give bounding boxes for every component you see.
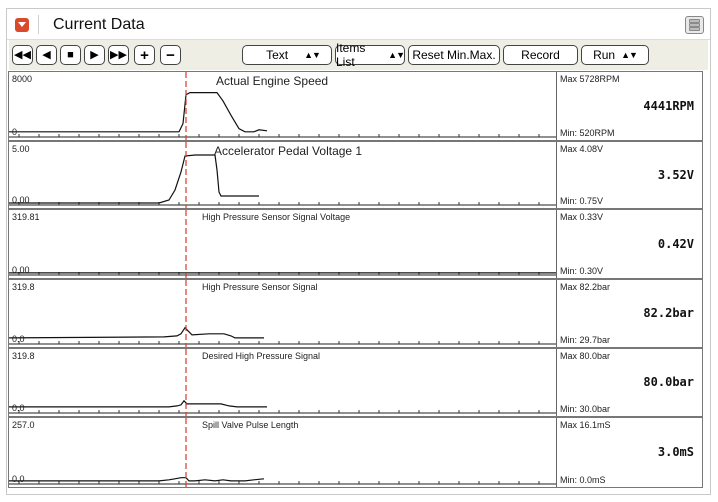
max-value-label: Max 16.1mS — [560, 420, 611, 430]
panel-divider — [556, 210, 557, 278]
panel-divider — [556, 280, 557, 347]
signal-title: Spill Valve Pulse Length — [202, 420, 299, 430]
panel-divider — [556, 72, 557, 140]
updown-icon: ▲▼ — [621, 50, 638, 60]
updown-icon: ▲▼ — [388, 50, 405, 60]
items-list-label: Items List — [336, 41, 366, 69]
stop-button[interactable]: ■ — [60, 45, 81, 65]
signal-title: High Pressure Sensor Signal Voltage — [202, 212, 351, 222]
collapse-icon[interactable] — [15, 18, 29, 32]
y-axis-min-label: 0 — [12, 127, 18, 137]
data-panel[interactable]: 319.81 0.00 High Pressure Sensor Signal Vo… — [8, 209, 703, 279]
signal-title: High Pressure Sensor Signal — [202, 282, 318, 292]
rewind-button[interactable]: ◀◀ — [12, 45, 33, 65]
y-axis-min-label: 0.0 — [12, 334, 25, 344]
y-axis-min-label: 0.00 — [12, 265, 30, 275]
y-axis-max-label: 319.8 — [12, 282, 35, 292]
signal-title: Desired High Pressure Signal — [202, 351, 321, 361]
current-value: 3.0mS — [657, 445, 694, 459]
step-back-button[interactable]: ◀ — [36, 45, 57, 65]
fast-forward-button[interactable]: ▶▶ — [108, 45, 129, 65]
signal-trace — [9, 92, 268, 133]
record-label: Record — [521, 48, 560, 62]
panel-divider — [556, 349, 557, 416]
zoom-in-button[interactable]: + — [134, 45, 155, 65]
title-bar: Current Data — [7, 9, 710, 40]
min-value-label: Min: 520RPM — [560, 128, 615, 138]
play-button[interactable]: ▶ — [84, 45, 105, 65]
graph-area[interactable]: 8000 0 Actual Engine Speed — [9, 72, 556, 140]
reset-label: Reset Min.Max. — [412, 48, 496, 62]
view-mode-select[interactable]: Text ▲▼ — [242, 45, 332, 65]
signal-trace — [9, 154, 259, 204]
y-axis-min-label: 0.0 — [12, 474, 25, 484]
panel-divider — [556, 142, 557, 208]
signal-trace — [9, 399, 267, 408]
step-back-icon: ◀ — [42, 48, 51, 61]
items-list-select[interactable]: Items List ▲▼ — [335, 41, 405, 69]
reset-min-max-button[interactable]: Reset Min.Max. — [408, 45, 500, 65]
plus-icon: + — [140, 46, 149, 64]
y-axis-min-label: 0.0 — [12, 403, 25, 413]
play-icon: ▶ — [90, 48, 99, 61]
min-value-label: Min: 0.0mS — [560, 475, 606, 485]
stop-icon: ■ — [67, 48, 74, 61]
min-value-label: Min: 29.7bar — [560, 335, 611, 345]
run-label: Run — [593, 48, 616, 62]
graph-area[interactable]: 319.8 0.0 Desired High Pressure Signal — [9, 349, 556, 416]
zoom-out-button[interactable]: − — [160, 45, 181, 65]
graph-area[interactable]: 319.8 0.0 High Pressure Sensor Signal — [9, 280, 556, 347]
current-value: 3.52V — [657, 168, 694, 182]
min-value-label: Min: 30.0bar — [560, 404, 611, 414]
signal-title: Actual Engine Speed — [216, 74, 329, 88]
graph-area[interactable]: 319.81 0.00 High Pressure Sensor Signal Vo… — [9, 210, 556, 278]
signal-trace — [9, 326, 264, 339]
record-button[interactable]: Record — [503, 45, 578, 65]
window-title: Current Data — [53, 16, 145, 33]
min-value-label: Min: 0.75V — [560, 196, 604, 206]
current-value: 0.42V — [657, 237, 694, 251]
minus-icon: − — [166, 46, 175, 64]
fast-forward-icon: ▶▶ — [110, 48, 127, 61]
current-value: 80.0bar — [643, 375, 694, 389]
max-value-label: Max 80.0bar — [560, 351, 611, 361]
data-panel[interactable]: 8000 0 Actual Engine Speed Max 5728RPM Min: … — [8, 71, 703, 141]
signal-title: Accelerator Pedal Voltage 1 — [214, 144, 363, 158]
data-panel[interactable]: 257.0 0.0 Spill Valve Pulse Length Max 16.1… — [8, 417, 703, 488]
run-select[interactable]: Run ▲▼ — [581, 45, 649, 65]
data-panel[interactable]: 319.8 0.0 High Pressure Sensor Signal Max 8… — [8, 279, 703, 348]
y-axis-min-label: 0.00 — [12, 195, 30, 205]
y-axis-max-label: 5.00 — [12, 144, 30, 154]
rewind-icon: ◀◀ — [14, 48, 31, 61]
graph-area[interactable]: 5.00 0.00 Accelerator Pedal Voltage 1 — [9, 142, 556, 208]
current-value: 4441RPM — [643, 99, 694, 113]
panel-divider — [556, 418, 557, 487]
y-axis-max-label: 257.0 — [12, 420, 35, 430]
max-value-label: Max 4.08V — [560, 144, 604, 154]
toolbar: ◀◀ ◀ ■ ▶ ▶▶ + − Text ▲▼ Items List ▲▼ Re… — [9, 40, 708, 70]
graph-area[interactable]: 257.0 0.0 Spill Valve Pulse Length — [9, 418, 556, 487]
y-axis-max-label: 319.8 — [12, 351, 35, 361]
max-value-label: Max 0.33V — [560, 212, 604, 222]
y-axis-max-label: 8000 — [12, 74, 33, 84]
menu-icon[interactable] — [685, 16, 704, 34]
max-value-label: Max 5728RPM — [560, 74, 620, 84]
current-value: 82.2bar — [643, 306, 694, 320]
signal-trace — [9, 477, 265, 482]
min-value-label: Min: 0.30V — [560, 266, 604, 276]
view-mode-label: Text — [266, 48, 289, 62]
y-axis-max-label: 319.81 — [12, 212, 40, 222]
data-panel[interactable]: 5.00 0.00 Accelerator Pedal Voltage 1 Max 4… — [8, 141, 703, 209]
data-panel[interactable]: 319.8 0.0 Desired High Pressure Signal Max … — [8, 348, 703, 417]
max-value-label: Max 82.2bar — [560, 282, 611, 292]
title-separator — [38, 15, 39, 34]
updown-icon: ▲▼ — [304, 50, 321, 60]
